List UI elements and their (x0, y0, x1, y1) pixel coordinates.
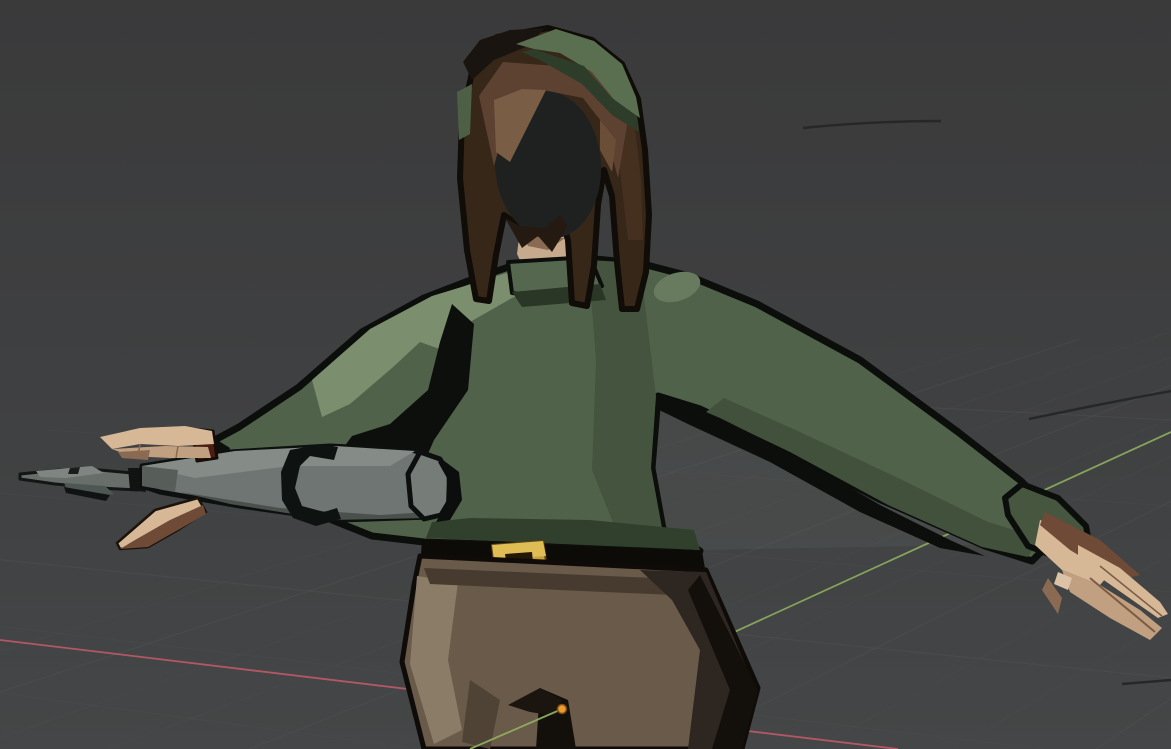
blender-3d-viewport[interactable] (0, 0, 1171, 749)
headband-left-patch[interactable] (457, 84, 472, 140)
viewport-canvas[interactable] (0, 0, 1171, 749)
origin-dot[interactable] (558, 705, 567, 714)
object-origin-marker[interactable] (558, 705, 567, 714)
